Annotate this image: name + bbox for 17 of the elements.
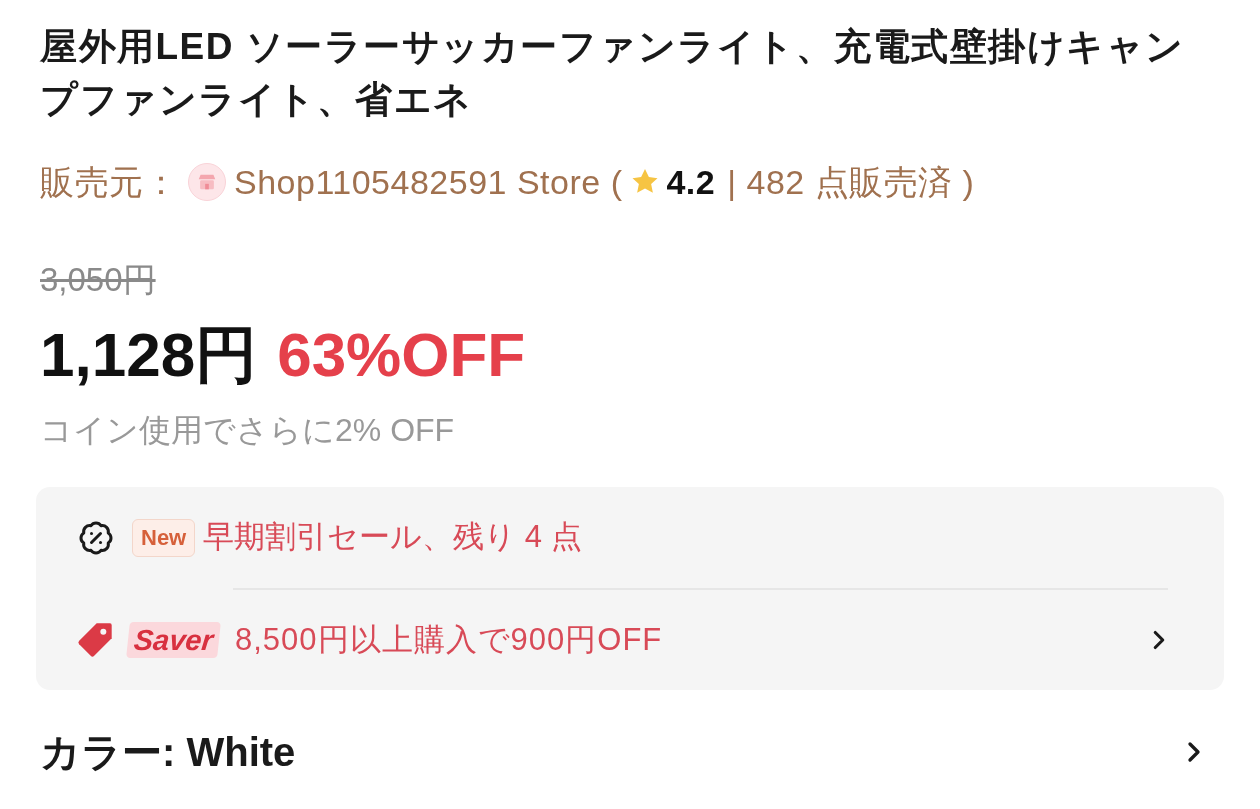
new-badge: New: [132, 518, 196, 557]
coin-discount-note: コイン使用でさらに2% OFF: [40, 411, 455, 450]
color-option: カラー: White: [40, 722, 296, 782]
sold-count: | 482 点販売済 ): [727, 161, 975, 203]
original-price: 3,050円: [40, 260, 156, 300]
discount-percent: 63%OFF: [277, 324, 526, 386]
product-title: 屋外用LED ソーラーサッカーファンライト、充電式壁掛けキャンプファンライト、省エネ: [40, 25, 1186, 122]
store-name-link[interactable]: Shop1105482591 Store (: [234, 156, 623, 208]
flash-sale-text: 早期割引セール、残り 4 点: [203, 518, 582, 557]
seller-label: 販売元：: [40, 161, 178, 203]
store-rating: 4.2: [666, 161, 716, 203]
discount-badge-icon: [78, 519, 114, 556]
tag-icon: [75, 620, 115, 660]
store-icon: [188, 163, 226, 201]
coupon-text: 8,500円以上購入で900円OFF: [235, 620, 663, 659]
sale-price: 1,128円: [40, 324, 258, 386]
saver-logo: Saver: [126, 622, 221, 658]
